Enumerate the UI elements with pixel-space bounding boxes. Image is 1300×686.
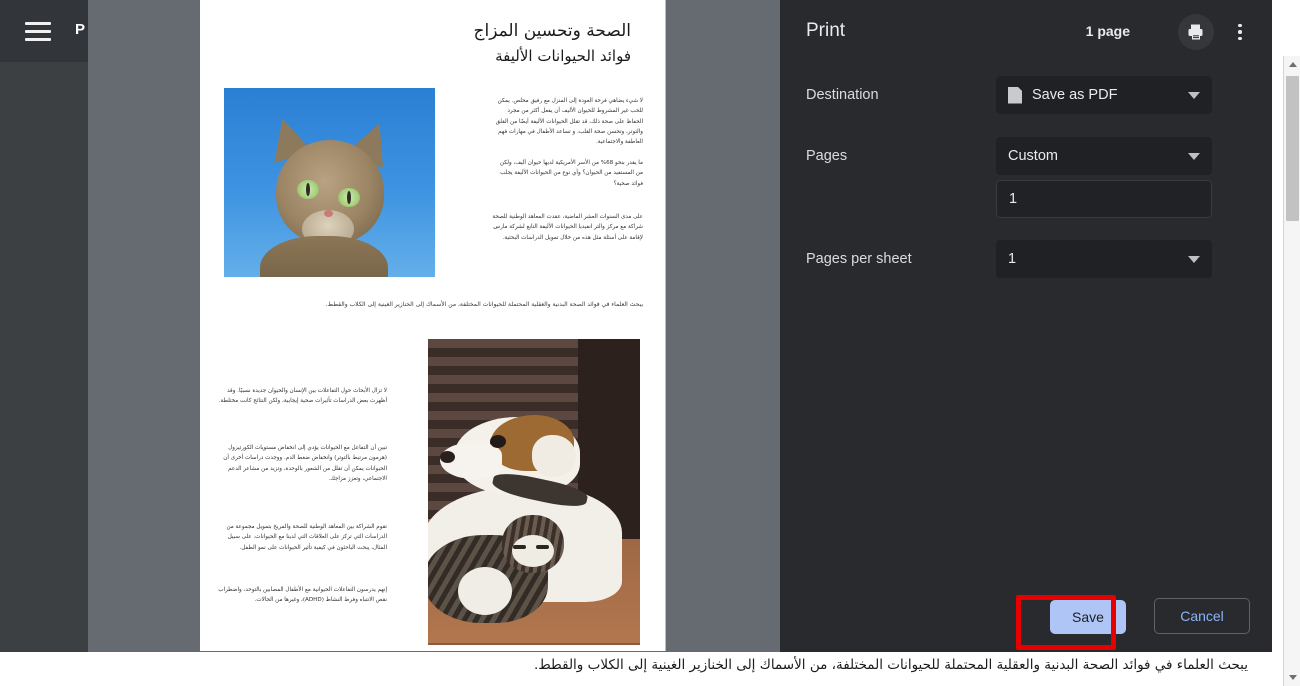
chevron-down-icon — [1188, 256, 1200, 263]
browser-title: P — [75, 21, 89, 38]
scrollbar-thumb[interactable] — [1286, 76, 1299, 221]
chevron-down-icon — [1188, 92, 1200, 99]
page-bottom-sentence: يبحث العلماء في فوائد الصحة البدنية والع… — [0, 652, 1272, 686]
document-title-main: الصحة وتحسين المزاج — [474, 18, 632, 44]
pages-per-sheet-value: 1 — [1008, 251, 1016, 267]
cat-photo — [224, 88, 435, 277]
more-vertical-icon[interactable] — [1222, 14, 1258, 50]
pages-per-sheet-select[interactable]: 1 — [996, 240, 1212, 278]
pages-label: Pages — [806, 137, 847, 175]
print-dialog-title: Print — [806, 20, 845, 42]
print-dialog: Print 1 page Destination Save as PDF — [780, 0, 1272, 652]
hamburger-menu-icon[interactable] — [25, 22, 51, 41]
scroll-down-arrow-icon[interactable] — [1284, 669, 1300, 686]
pdf-document-icon — [1008, 87, 1022, 104]
document-mid-sentence: يبحث العلماء في فوائد الصحة البدنية والع… — [223, 300, 643, 309]
destination-select[interactable]: Save as PDF — [996, 76, 1212, 114]
destination-value: Save as PDF — [1032, 87, 1117, 103]
document-paragraph: إنهم يدرسون التفاعلات الحيوانية مع الأطف… — [212, 585, 387, 606]
document-paragraph: على مدى السنوات العشر الماضية، عقدت المع… — [491, 212, 643, 243]
pages-per-sheet-label: Pages per sheet — [806, 240, 912, 278]
dog-and-kitten-photo — [428, 339, 640, 645]
save-button[interactable]: Save — [1050, 600, 1126, 634]
pages-value: Custom — [1008, 148, 1058, 164]
document-paragraph: ما يقدر بنحو 68% من الأسر الأمريكية لديه… — [491, 158, 643, 189]
screen: P الصحة وتحسين المزاج فوائد الحيوانات ال… — [0, 0, 1300, 686]
document-title-sub: فوائد الحيوانات الأليفة — [474, 44, 632, 68]
document-title-block: الصحة وتحسين المزاج فوائد الحيوانات الأل… — [474, 18, 632, 68]
printer-icon[interactable] — [1178, 14, 1214, 50]
document-paragraph: تبين أن التفاعل مع الحيوانات يؤدي إلى ان… — [212, 443, 387, 484]
print-dialog-footer: Save Cancel — [780, 580, 1272, 652]
chevron-down-icon — [1188, 153, 1200, 160]
print-dialog-header: Print 1 page — [780, 0, 1272, 64]
destination-label: Destination — [806, 76, 879, 114]
pages-select[interactable]: Custom — [996, 137, 1212, 175]
cancel-button[interactable]: Cancel — [1154, 598, 1250, 634]
custom-pages-input[interactable]: 1 — [996, 180, 1212, 218]
document-page-preview: الصحة وتحسين المزاج فوائد الحيوانات الأل… — [200, 0, 666, 651]
document-paragraph: لا تزال الأبحاث حول التفاعلات بين الإنسا… — [212, 386, 387, 407]
document-paragraph: تقوم الشراكة بين المعاهد الوطنية للصحة و… — [212, 522, 387, 553]
scroll-up-arrow-icon[interactable] — [1284, 56, 1300, 73]
page-count-label: 1 page — [1086, 23, 1130, 39]
document-paragraph: لا شيء يضاهي فرحة العودة إلى المنزل مع ر… — [491, 96, 643, 148]
vertical-scrollbar[interactable] — [1283, 56, 1300, 686]
custom-pages-value: 1 — [1009, 191, 1017, 207]
browser-left-strip — [0, 62, 88, 686]
